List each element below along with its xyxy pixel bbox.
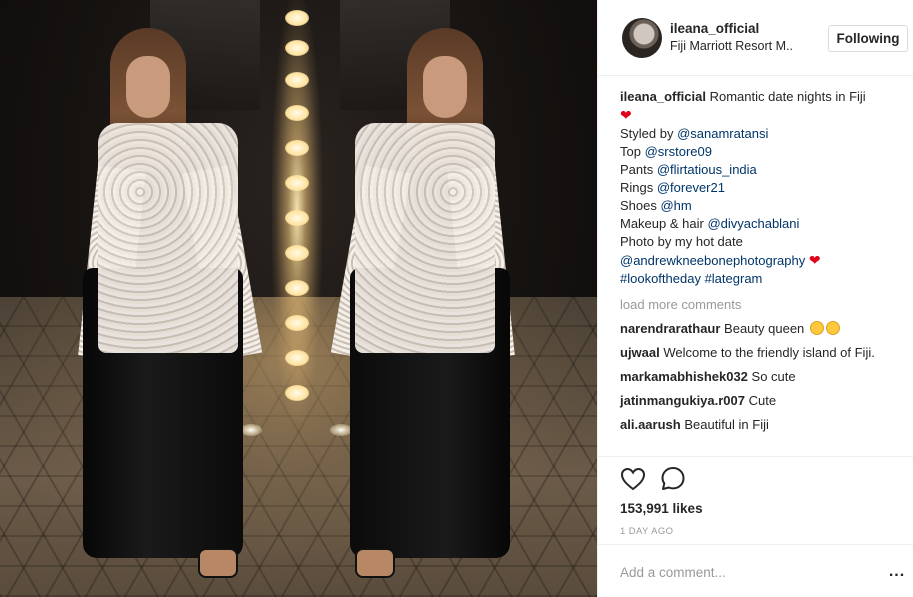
kissing-face-icon [825,321,840,335]
mention-link[interactable]: @sanamratansi [677,126,768,141]
comment-item: jatinmangukiya.r007 Cute [620,392,910,410]
light-column [272,0,322,420]
comment-username[interactable]: narendrarathaur [620,321,720,336]
caption-credit-line: Rings @forever21 [620,179,910,197]
hashtags-link[interactable]: #lookoftheday #lategram [620,271,762,286]
comment-item: narendrarathaur Beauty queen [620,320,910,338]
caption-credits: Styled by @sanamratansi Top @srstore09 Pan… [620,125,910,251]
caption-text: Romantic date nights in Fiji [709,89,866,104]
post-sidebar: ileana_official Fiji Marriott Resort M..… [597,0,913,597]
following-button[interactable]: Following [828,25,908,52]
post-actions: 153,991 likes 1 DAY AGO [598,456,913,544]
red-heart-icon: ❤ [620,107,632,123]
caption-credit-line: Top @srstore09 [620,143,910,161]
mention-link[interactable]: @hm [660,198,691,213]
woman-figure-left [58,28,263,580]
comment-item: markamabhishek032 So cute [620,368,910,386]
caption-credit-line: Pants @flirtatious_india [620,161,910,179]
credit-prefix: Makeup & hair [620,216,708,231]
credit-prefix: Photo by my hot date [620,234,743,249]
mention-link[interactable]: @divyachablani [707,216,799,231]
red-heart-icon: ❤ [808,252,821,268]
likes-count[interactable]: 153,991 likes [620,501,703,516]
caption-credit-line: Makeup & hair @divyachablani [620,215,910,233]
comment-text: So cute [751,369,796,384]
author-username[interactable]: ileana_official [670,21,759,36]
comment-text: Beauty queen [724,321,805,336]
heart-outline-icon [620,467,646,490]
add-comment-input[interactable] [620,561,860,583]
photographer-mention-link[interactable]: @andrewkneebonephotography [620,253,805,268]
comment-text: Cute [748,393,777,408]
credit-prefix: Top [620,144,645,159]
mention-link[interactable]: @flirtatious_india [657,162,757,177]
post-timestamp[interactable]: 1 DAY AGO [620,526,673,537]
comment-form: ... [598,544,913,597]
avatar[interactable] [622,18,662,58]
caption: ileana_official Romantic date nights in … [620,88,910,288]
comment-username[interactable]: ujwaal [620,345,660,360]
mention-link[interactable]: @srstore09 [645,144,712,159]
comment-item: ujwaal Welcome to the friendly island of… [620,344,910,362]
comments-list: ileana_official Romantic date nights in … [620,88,910,434]
caption-username[interactable]: ileana_official [620,89,706,104]
comment-button[interactable] [658,465,688,495]
comment-username[interactable]: ali.aarush [620,417,681,432]
comment-item: ali.aarush Beautiful in Fiji [620,416,910,434]
kissing-face-icon [809,321,824,335]
comment-username[interactable]: markamabhishek032 [620,369,748,384]
credit-prefix: Styled by [620,126,678,141]
woman-figure-right [330,28,535,580]
like-button[interactable] [618,465,648,495]
location-link[interactable]: Fiji Marriott Resort M.. [670,39,793,53]
credit-prefix: Pants [620,162,657,177]
credit-prefix: Shoes [620,198,661,213]
post-photo[interactable] [0,0,597,597]
post-header: ileana_official Fiji Marriott Resort M..… [598,0,913,76]
caption-credit-line: Photo by my hot date [620,233,910,251]
more-options-button[interactable]: ... [886,561,908,583]
comment-text: Welcome to the friendly island of Fiji. [663,345,875,360]
caption-credit-line: Styled by @sanamratansi [620,125,910,143]
mention-link[interactable]: @forever21 [657,180,725,195]
credit-prefix: Rings [620,180,657,195]
speech-bubble-icon [661,466,685,490]
load-more-comments-link[interactable]: load more comments [620,296,910,314]
comment-text: Beautiful in Fiji [684,417,769,432]
caption-credit-line: Shoes @hm [620,197,910,215]
comment-username[interactable]: jatinmangukiya.r007 [620,393,745,408]
